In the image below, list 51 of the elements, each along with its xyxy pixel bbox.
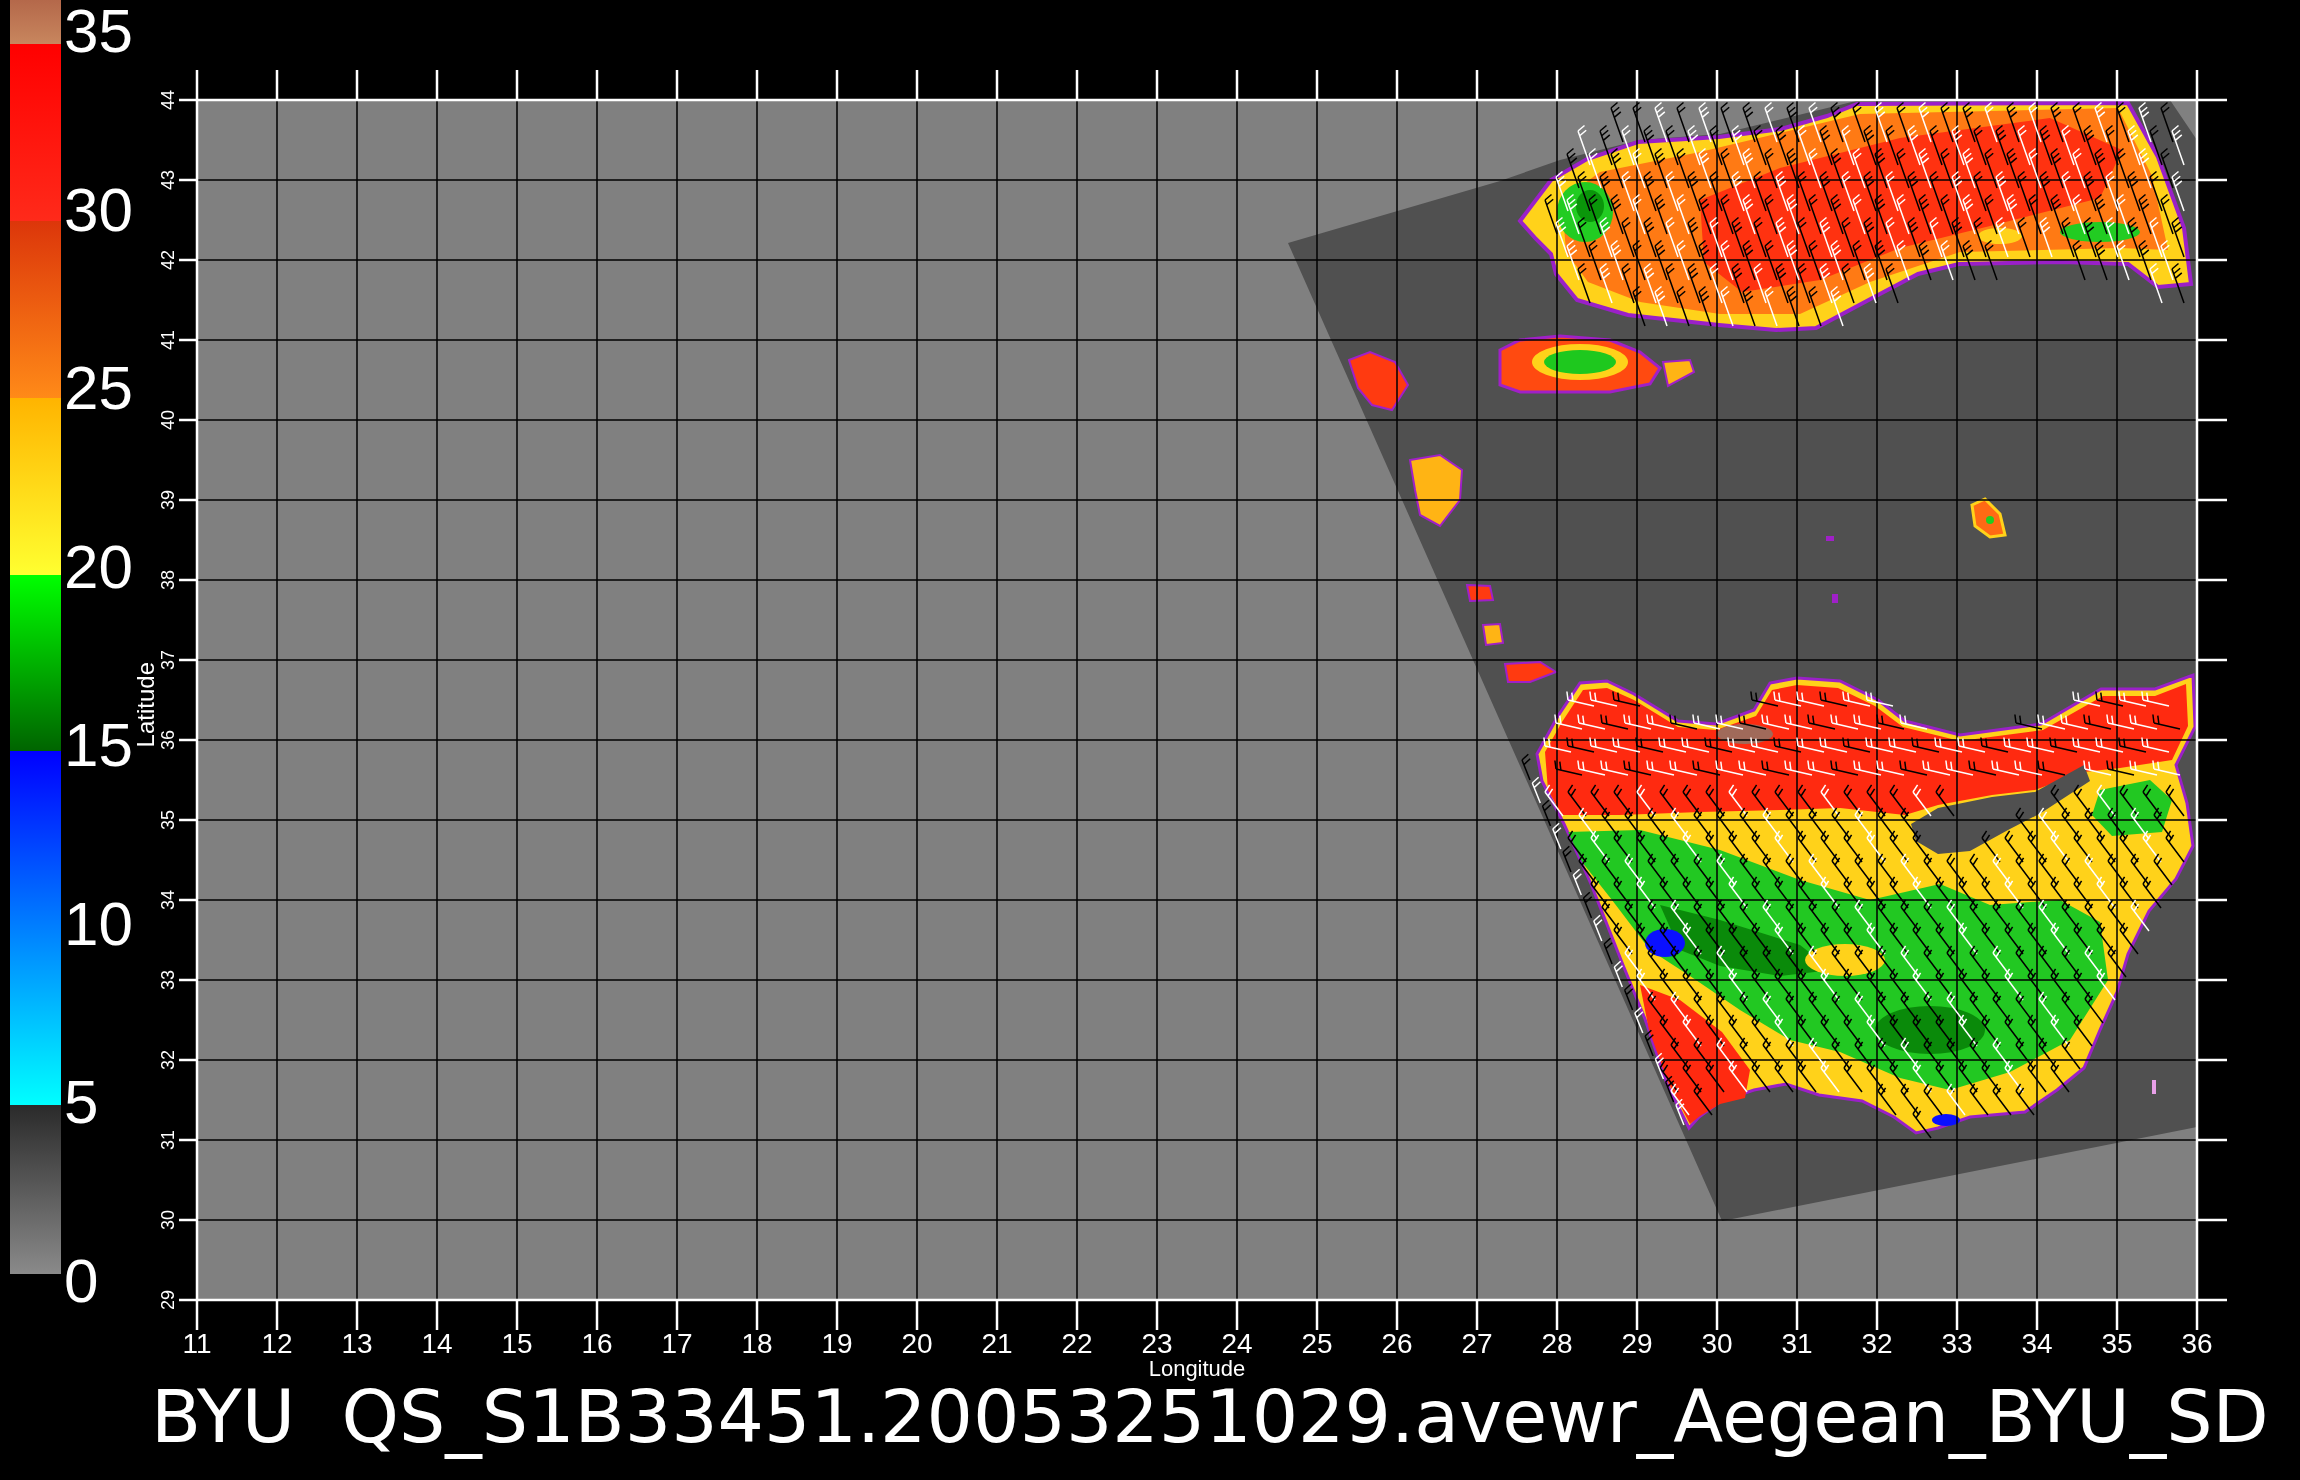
x-tick-label: 22 — [1061, 1330, 1093, 1358]
scale-label: 15 — [64, 714, 133, 777]
x-tick-label: 12 — [261, 1330, 293, 1358]
scale-label: 35 — [64, 0, 133, 62]
y-tick-label: 39 — [159, 490, 177, 510]
x-tick-label: 19 — [821, 1330, 853, 1358]
y-tick-label: 30 — [159, 1210, 177, 1230]
x-tick-label: 27 — [1461, 1330, 1493, 1358]
scale-label: 5 — [64, 1071, 99, 1134]
y-tick-label: 38 — [159, 570, 177, 590]
y-tick-label: 44 — [159, 90, 177, 110]
x-tick-label: 17 — [661, 1330, 693, 1358]
y-tick-label: 33 — [159, 970, 177, 990]
y-tick-label: 40 — [159, 410, 177, 430]
y-tick-label: 31 — [159, 1130, 177, 1150]
x-tick-label: 29 — [1621, 1330, 1653, 1358]
y-tick-label: 32 — [159, 1050, 177, 1070]
x-tick-label: 13 — [341, 1330, 373, 1358]
x-tick-label: 20 — [901, 1330, 933, 1358]
x-tick-label: 36 — [2181, 1330, 2213, 1358]
y-axis-title: Latitude — [134, 662, 158, 748]
scale-label: 25 — [64, 357, 133, 420]
y-tick-label: 35 — [159, 810, 177, 830]
x-tick-label: 11 — [182, 1330, 212, 1358]
y-tick-label: 41 — [159, 330, 177, 350]
x-tick-label: 15 — [501, 1330, 533, 1358]
y-tick-label: 42 — [159, 250, 177, 270]
y-tick-label: 37 — [159, 650, 177, 670]
scale-label: 30 — [64, 178, 133, 241]
x-tick-label: 32 — [1861, 1330, 1893, 1358]
x-tick-label: 35 — [2101, 1330, 2133, 1358]
y-tick-label: 36 — [159, 730, 177, 750]
x-tick-label: 24 — [1221, 1330, 1253, 1358]
x-tick-label: 26 — [1381, 1330, 1413, 1358]
x-tick-label: 34 — [2021, 1330, 2053, 1358]
scale-label: 10 — [64, 892, 133, 955]
x-tick-label: 16 — [581, 1330, 613, 1358]
x-tick-label: 28 — [1541, 1330, 1573, 1358]
x-tick-label: 18 — [741, 1330, 773, 1358]
y-tick-label: 29 — [159, 1290, 177, 1310]
scale-label: 20 — [64, 535, 133, 598]
x-tick-label: 31 — [1781, 1330, 1813, 1358]
x-tick-label: 14 — [421, 1330, 453, 1358]
x-tick-label: 23 — [1141, 1330, 1173, 1358]
x-tick-label: 25 — [1301, 1330, 1333, 1358]
y-tick-label: 34 — [159, 890, 177, 910]
y-tick-label: 43 — [159, 170, 177, 190]
x-tick-label: 30 — [1701, 1330, 1733, 1358]
x-tick-label: 33 — [1941, 1330, 1973, 1358]
x-tick-label: 21 — [981, 1330, 1013, 1358]
scale-label: 0 — [64, 1249, 99, 1312]
